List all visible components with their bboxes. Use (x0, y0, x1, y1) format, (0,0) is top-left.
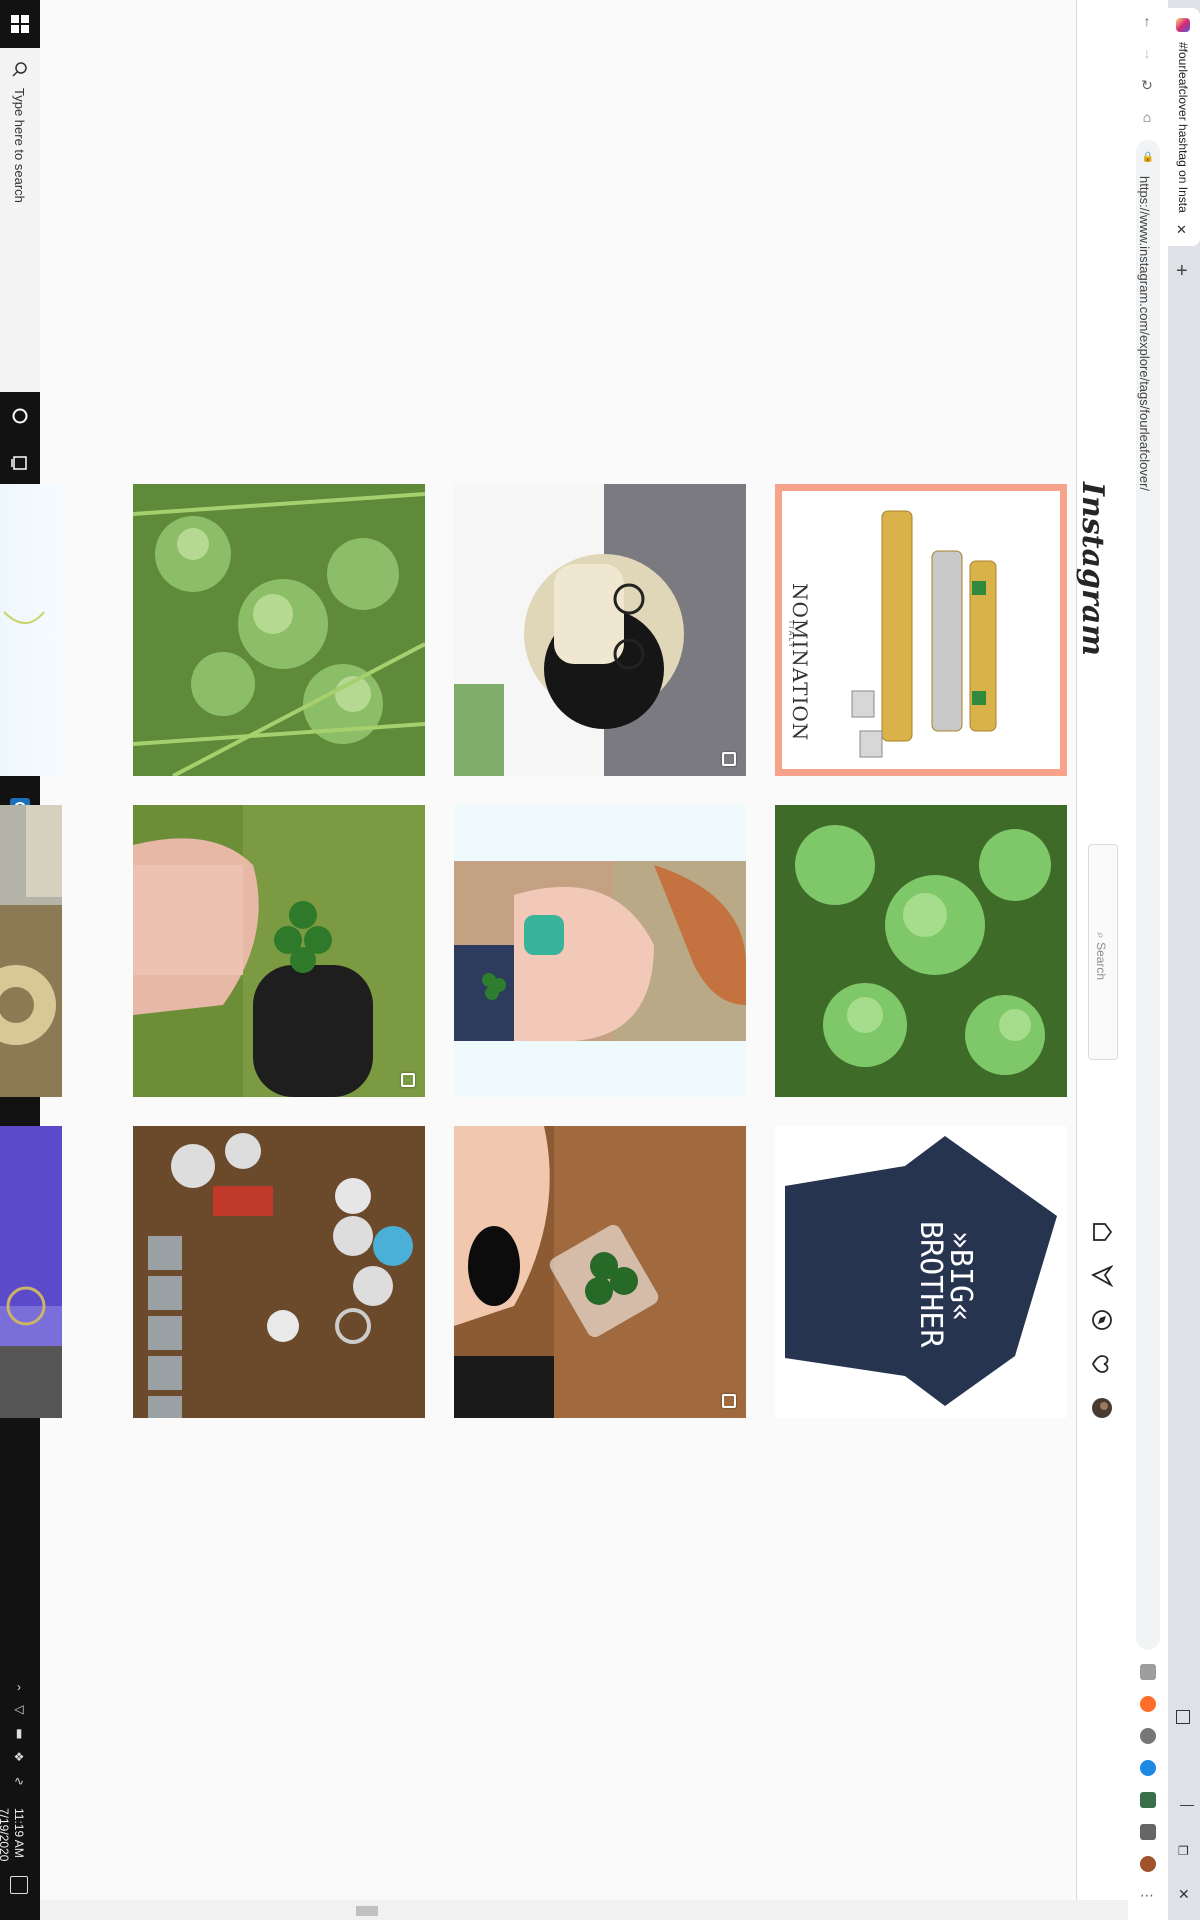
post-tile[interactable] (454, 805, 746, 1097)
minimize-icon[interactable]: — (1180, 1796, 1194, 1812)
multiple-posts-icon (722, 752, 736, 766)
extension-blue-icon[interactable] (1140, 1760, 1156, 1776)
profile-avatar[interactable] (1090, 1396, 1114, 1420)
post-image (454, 1126, 746, 1418)
extension-g-icon[interactable] (1140, 1664, 1156, 1680)
clock-time: 11:19 AM (12, 1808, 26, 1858)
instagram-favicon (1176, 18, 1190, 32)
restore-icon[interactable]: ❐ (1178, 1844, 1189, 1858)
horizontal-scrollbar[interactable] (40, 1900, 1128, 1920)
tab-search-icon[interactable] (1176, 1710, 1190, 1724)
back-icon[interactable]: ↑ (1138, 12, 1156, 30)
post-tile-partial[interactable] (0, 484, 62, 776)
ad-brand-sub: ITALY (787, 621, 794, 650)
forward-icon[interactable]: ↓ (1138, 44, 1156, 62)
search-icon (12, 62, 27, 77)
ad-brand: NOMINATION (788, 583, 812, 742)
post-tile[interactable] (454, 484, 746, 776)
post-image (133, 484, 425, 776)
home-icon[interactable] (1090, 1220, 1114, 1244)
post-tile-partial[interactable] (0, 805, 62, 1097)
extension-green-icon[interactable] (1140, 1792, 1156, 1808)
taskbar-clock[interactable]: 11:19 AM 7/19/2020 (0, 1808, 26, 1861)
cortana-icon[interactable] (4, 400, 36, 432)
multiple-posts-icon (401, 1073, 415, 1087)
post-image (454, 861, 746, 1041)
menu-icon[interactable]: ⋯ (1138, 1886, 1156, 1904)
extensions-puzzle-icon[interactable] (1140, 1824, 1156, 1840)
post-image (133, 805, 425, 1097)
close-icon[interactable]: ✕ (1178, 1886, 1190, 1903)
post-tile[interactable] (133, 484, 425, 776)
address-url: https://www.instagram.com/explore/tags/f… (1137, 176, 1152, 492)
instagram-logo[interactable]: Instagram (1075, 482, 1110, 656)
tab-close-icon[interactable]: ✕ (1176, 222, 1187, 238)
battery-icon[interactable]: ▮ (8, 1726, 30, 1742)
post-tile[interactable]: »BIG« BROTHER (775, 1126, 1067, 1418)
post-tile[interactable] (133, 805, 425, 1097)
post-tile-ad[interactable]: NOMINATION ITALY (775, 484, 1067, 776)
new-tab-icon[interactable]: + (1176, 260, 1188, 283)
network-icon[interactable]: ∿ (8, 1774, 30, 1790)
home-browser-icon[interactable]: ⌂ (1138, 108, 1156, 126)
extension-orange-icon[interactable] (1140, 1696, 1156, 1712)
post-tile[interactable] (133, 1126, 425, 1418)
clock-date: 7/19/2020 (0, 1808, 11, 1862)
profile-icon[interactable] (1140, 1856, 1156, 1872)
direct-icon[interactable] (1090, 1264, 1114, 1288)
post-tile[interactable] (454, 1126, 746, 1418)
action-center-icon[interactable] (10, 1876, 28, 1894)
extension-circle-icon[interactable] (1140, 1728, 1156, 1744)
shirt-text: »BIG« BROTHER (913, 1221, 978, 1348)
start-button[interactable] (0, 0, 40, 48)
chevron-up-icon[interactable]: › (8, 1680, 30, 1696)
post-image (133, 1126, 425, 1418)
multiple-posts-icon (722, 1394, 736, 1408)
dropbox-icon[interactable]: ❖ (8, 1750, 30, 1766)
tab-strip (1168, 0, 1200, 1920)
post-tile[interactable] (775, 805, 1067, 1097)
windows-icon (11, 15, 29, 33)
activity-icon[interactable] (1090, 1352, 1114, 1376)
task-view-icon[interactable] (4, 447, 36, 479)
tab-title: #fourleafclover hashtag on Insta (1176, 42, 1190, 213)
instagram-search-placeholder: ⌕ Search (1094, 932, 1108, 981)
explore-icon[interactable] (1090, 1308, 1114, 1332)
post-image (775, 805, 1067, 1097)
scrollbar-thumb[interactable] (356, 1906, 378, 1916)
lock-icon: 🔒 (1141, 151, 1155, 163)
taskbar-search-placeholder: Type here to search (12, 88, 27, 203)
post-image (454, 484, 746, 776)
reload-icon[interactable]: ↻ (1138, 76, 1156, 94)
post-image (851, 510, 997, 758)
volume-icon[interactable]: ◁ (8, 1702, 30, 1718)
post-tile-partial[interactable] (0, 1126, 62, 1418)
